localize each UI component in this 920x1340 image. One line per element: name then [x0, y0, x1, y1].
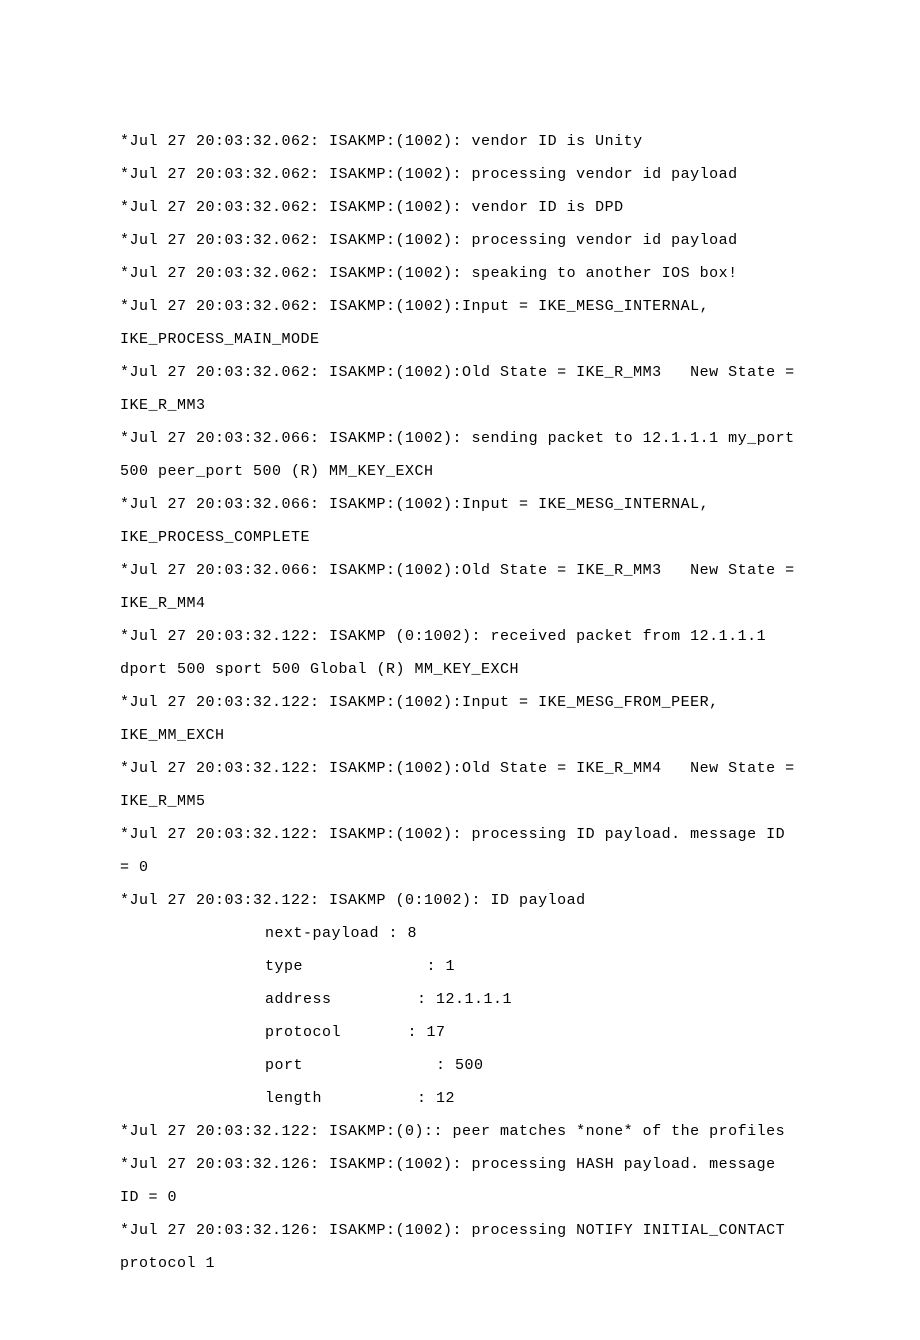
log-line: *Jul 27 20:03:32.066: ISAKMP:(1002):Inpu… [120, 488, 800, 554]
log-line: port : 500 [120, 1049, 800, 1082]
log-line: *Jul 27 20:03:32.066: ISAKMP:(1002):Old … [120, 554, 800, 620]
log-line: *Jul 27 20:03:32.126: ISAKMP:(1002): pro… [120, 1148, 800, 1214]
log-line: length : 12 [120, 1082, 800, 1115]
log-line: address : 12.1.1.1 [120, 983, 800, 1016]
log-line: type : 1 [120, 950, 800, 983]
log-line: *Jul 27 20:03:32.062: ISAKMP:(1002): pro… [120, 224, 800, 257]
log-line: *Jul 27 20:03:32.066: ISAKMP:(1002): sen… [120, 422, 800, 488]
log-line: *Jul 27 20:03:32.122: ISAKMP (0:1002): r… [120, 620, 800, 686]
log-line: *Jul 27 20:03:32.062: ISAKMP:(1002): ven… [120, 125, 800, 158]
log-line: protocol : 17 [120, 1016, 800, 1049]
log-line: *Jul 27 20:03:32.062: ISAKMP:(1002):Old … [120, 356, 800, 422]
log-line: *Jul 27 20:03:32.122: ISAKMP (0:1002): I… [120, 884, 800, 917]
log-line: *Jul 27 20:03:32.122: ISAKMP:(0):: peer … [120, 1115, 800, 1148]
log-line: next-payload : 8 [120, 917, 800, 950]
log-line: *Jul 27 20:03:32.126: ISAKMP:(1002): pro… [120, 1214, 800, 1280]
log-line: *Jul 27 20:03:32.062: ISAKMP:(1002): ven… [120, 191, 800, 224]
log-line: *Jul 27 20:03:32.122: ISAKMP:(1002): pro… [120, 818, 800, 884]
log-line: *Jul 27 20:03:32.122: ISAKMP:(1002):Old … [120, 752, 800, 818]
log-body: *Jul 27 20:03:32.062: ISAKMP:(1002): ven… [120, 125, 800, 1280]
log-document: *Jul 27 20:03:32.062: ISAKMP:(1002): ven… [0, 0, 920, 1340]
log-line: *Jul 27 20:03:32.062: ISAKMP:(1002): spe… [120, 257, 800, 290]
log-line: *Jul 27 20:03:32.122: ISAKMP:(1002):Inpu… [120, 686, 800, 752]
log-line: *Jul 27 20:03:32.062: ISAKMP:(1002): pro… [120, 158, 800, 191]
log-line: *Jul 27 20:03:32.062: ISAKMP:(1002):Inpu… [120, 290, 800, 356]
